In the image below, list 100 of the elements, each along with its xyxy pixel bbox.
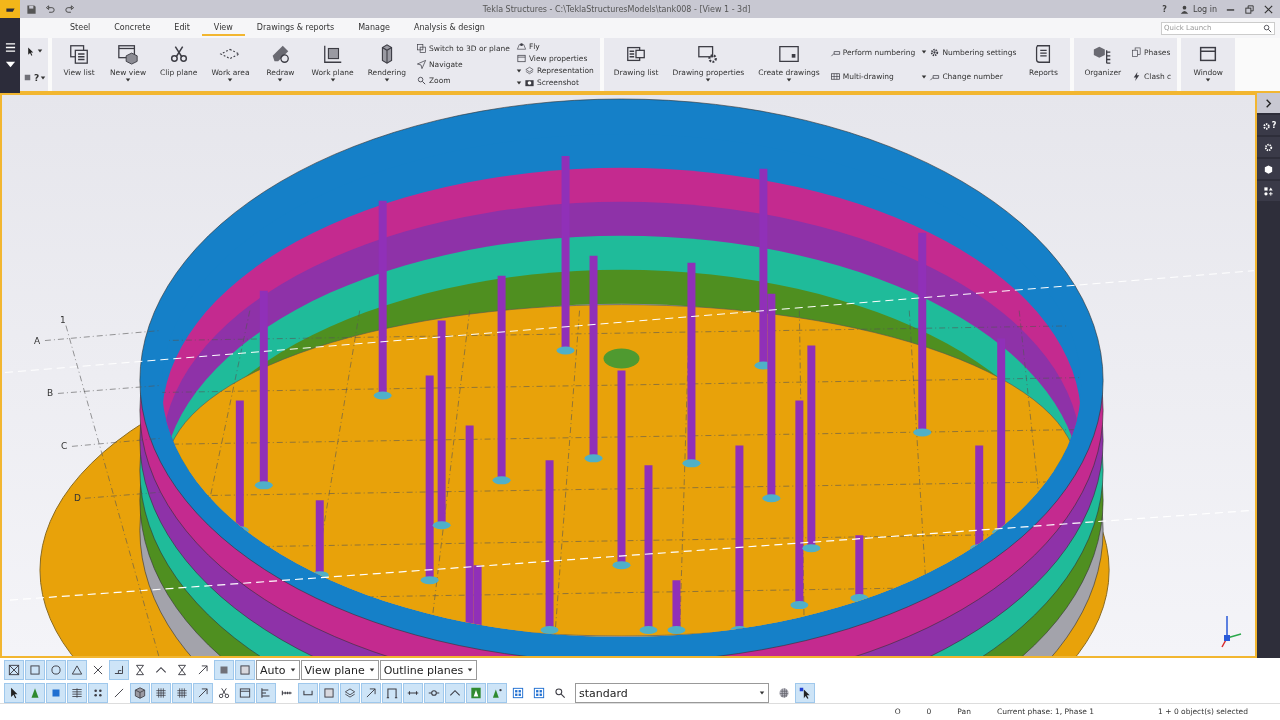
settings-help-button[interactable]: ? (1257, 115, 1280, 135)
dots-icon (91, 686, 105, 700)
caret-icon (785, 77, 792, 84)
diagonal-arrow-icon (196, 686, 210, 700)
menu-tab[interactable]: Manage (346, 20, 402, 36)
camera-icon (523, 77, 535, 89)
triangle-icon (70, 663, 84, 677)
list-window-icon (68, 43, 90, 65)
corner-icon (112, 663, 126, 677)
diagonal-arrow-icon (196, 663, 210, 677)
grid-label: D (73, 493, 81, 504)
dropdown[interactable]: View plane (300, 660, 379, 680)
box-x-icon (7, 663, 21, 677)
caret-icon (759, 690, 765, 696)
select-arrow-icon (798, 686, 812, 700)
menu-tab[interactable]: Drawings & reports (244, 20, 347, 36)
dropdown[interactable]: Outline planes (379, 660, 478, 680)
menu-tab[interactable]: Steel (58, 20, 103, 36)
grid-icon (154, 686, 168, 700)
page-icon (777, 43, 800, 65)
gear-window-icon (697, 43, 720, 65)
grid-label: B (46, 388, 54, 399)
model-viewport[interactable]: 1 A B C D (0, 93, 1257, 658)
grid-label: A (33, 335, 41, 346)
menu-icon[interactable] (4, 41, 16, 53)
caret-icon (705, 77, 712, 84)
dot-grid-icon (511, 686, 525, 700)
toolbar-button[interactable] (67, 683, 87, 703)
tile-icon (469, 686, 483, 700)
search-icon (553, 686, 567, 700)
menu-tab[interactable]: View (201, 20, 245, 36)
settings-icon (929, 46, 941, 58)
menu-tab[interactable]: Concrete (102, 20, 163, 36)
cube-swap-icon (416, 42, 427, 54)
caret-icon (227, 77, 234, 84)
restore-icon[interactable] (1244, 3, 1255, 15)
object-button[interactable] (1257, 159, 1280, 179)
chevron-right-icon (1263, 97, 1274, 109)
login-button[interactable]: Log in (1178, 3, 1217, 15)
search-icon (1262, 22, 1273, 34)
redo-icon[interactable] (64, 3, 75, 15)
search-icon (416, 75, 427, 87)
circle-icon (49, 663, 63, 677)
caret-icon (40, 74, 47, 81)
scissors-icon (217, 686, 231, 700)
toolbar-button[interactable] (88, 683, 108, 703)
toolbar-button[interactable] (4, 660, 24, 680)
caret-icon (467, 667, 474, 673)
hatch-icon (70, 686, 84, 700)
toolbar-button[interactable] (130, 683, 150, 703)
caret-icon (368, 667, 375, 673)
layers-icon (523, 65, 535, 77)
expand-button[interactable] (1257, 93, 1280, 113)
shapes-icon (1263, 185, 1274, 197)
layers-icon (343, 686, 357, 700)
cross-icon (91, 663, 105, 677)
select-tool-button[interactable] (25, 45, 43, 57)
help-button[interactable]: ? (1158, 4, 1171, 14)
tag-grid-icon (829, 71, 841, 83)
align-icon (259, 686, 273, 700)
window-icon (515, 52, 527, 64)
caret-icon (921, 49, 928, 56)
hourglass-icon (175, 663, 189, 677)
toolbar-button[interactable] (4, 683, 24, 703)
settings-icon (1263, 141, 1274, 153)
frame-icon (322, 686, 336, 700)
toolbar-button[interactable] (795, 683, 815, 703)
grid-label: C (60, 441, 68, 452)
line-icon (112, 686, 126, 700)
undo-icon[interactable] (45, 3, 56, 15)
dropdown[interactable]: Auto (256, 660, 300, 680)
caret-icon (329, 77, 336, 84)
menu-tab[interactable]: Analysis & design (401, 20, 497, 36)
cube-icon (133, 686, 147, 700)
settings-button[interactable] (1257, 137, 1280, 157)
hourglass-icon (133, 663, 147, 677)
grid-label: 1 (59, 314, 66, 325)
shapes-button[interactable] (1257, 181, 1280, 201)
caret-icon (125, 77, 131, 84)
toolbar-button[interactable] (109, 660, 129, 680)
user-icon (1178, 3, 1190, 15)
menu-tab[interactable]: Edit (162, 20, 202, 36)
cube-window-icon (117, 43, 139, 65)
caret-icon (921, 73, 928, 80)
frame-icon (238, 663, 252, 677)
diagonal-arrow-icon (364, 686, 378, 700)
bracket-icon (385, 686, 399, 700)
caret-icon (37, 48, 43, 55)
caret-icon (277, 77, 284, 84)
caret-icon (1205, 77, 1212, 84)
save-icon[interactable] (26, 3, 37, 15)
grid-icon (175, 686, 189, 700)
close-icon[interactable] (1263, 3, 1274, 15)
cube-icon (1263, 163, 1274, 175)
plane-eye-icon (515, 40, 527, 52)
triangle-dot-icon (490, 686, 504, 700)
window-title: Tekla Structures - C:\TeklaStructuresModels\tank008 - [View 1 - 3d] (481, 4, 752, 14)
pages-icon (1131, 46, 1143, 58)
checker-icon (777, 686, 791, 700)
dropdown[interactable]: standard (575, 683, 769, 703)
